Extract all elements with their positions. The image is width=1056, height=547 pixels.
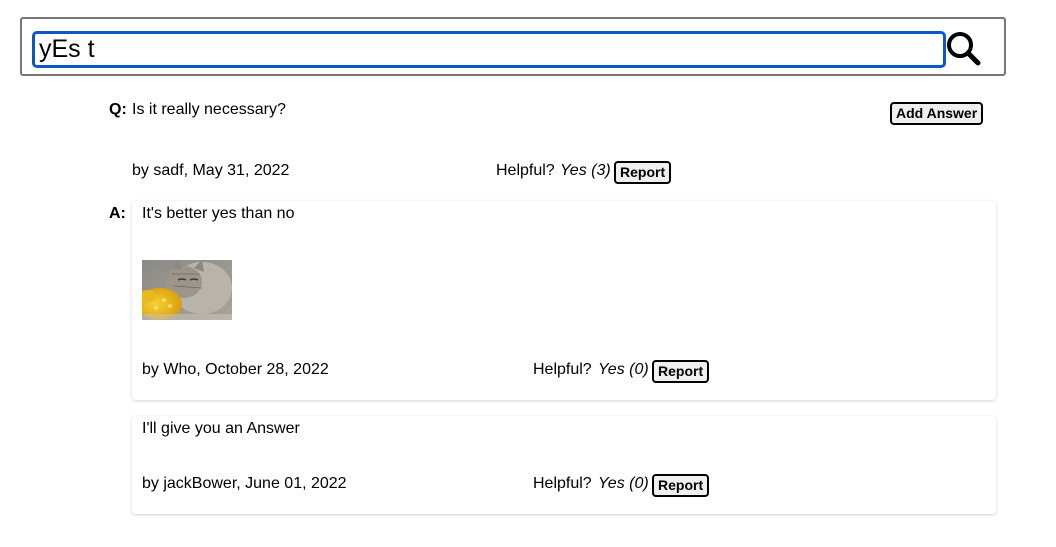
question-text: Is it really necessary? [132,101,286,118]
answer-helpful-yes[interactable]: Yes (0) [598,475,649,493]
answer-byline: by jackBower, June 01, 2022 [142,475,347,492]
question-prefix: Q: [109,101,127,118]
answer-report-button[interactable]: Report [652,474,710,497]
magnifier-icon [947,32,981,66]
answer-text: I'll give you an Answer [142,420,300,437]
question-byline: by sadf, May 31, 2022 [132,162,290,179]
answer-helpful-label: Helpful? [533,475,592,492]
answer-text: It's better yes than no [142,205,295,222]
answer-helpful-yes[interactable]: Yes (0) [598,361,649,379]
qa-page: Q: Is it really necessary? Add Answer by… [0,0,1056,547]
question-helpful-yes[interactable]: Yes (3) [560,162,611,180]
answer-report-button[interactable]: Report [652,360,710,383]
search-bar [20,17,1006,76]
search-input[interactable] [32,31,946,68]
search-button[interactable] [944,29,984,69]
answers-prefix: A: [109,205,126,222]
answer-photo-thumbnail[interactable] [142,260,232,320]
answer-helpful-label: Helpful? [533,361,592,378]
question-report-button[interactable]: Report [614,161,672,184]
add-answer-button[interactable]: Add Answer [890,102,984,125]
question-helpful-label: Helpful? [496,162,555,179]
answer-byline: by Who, October 28, 2022 [142,361,329,378]
